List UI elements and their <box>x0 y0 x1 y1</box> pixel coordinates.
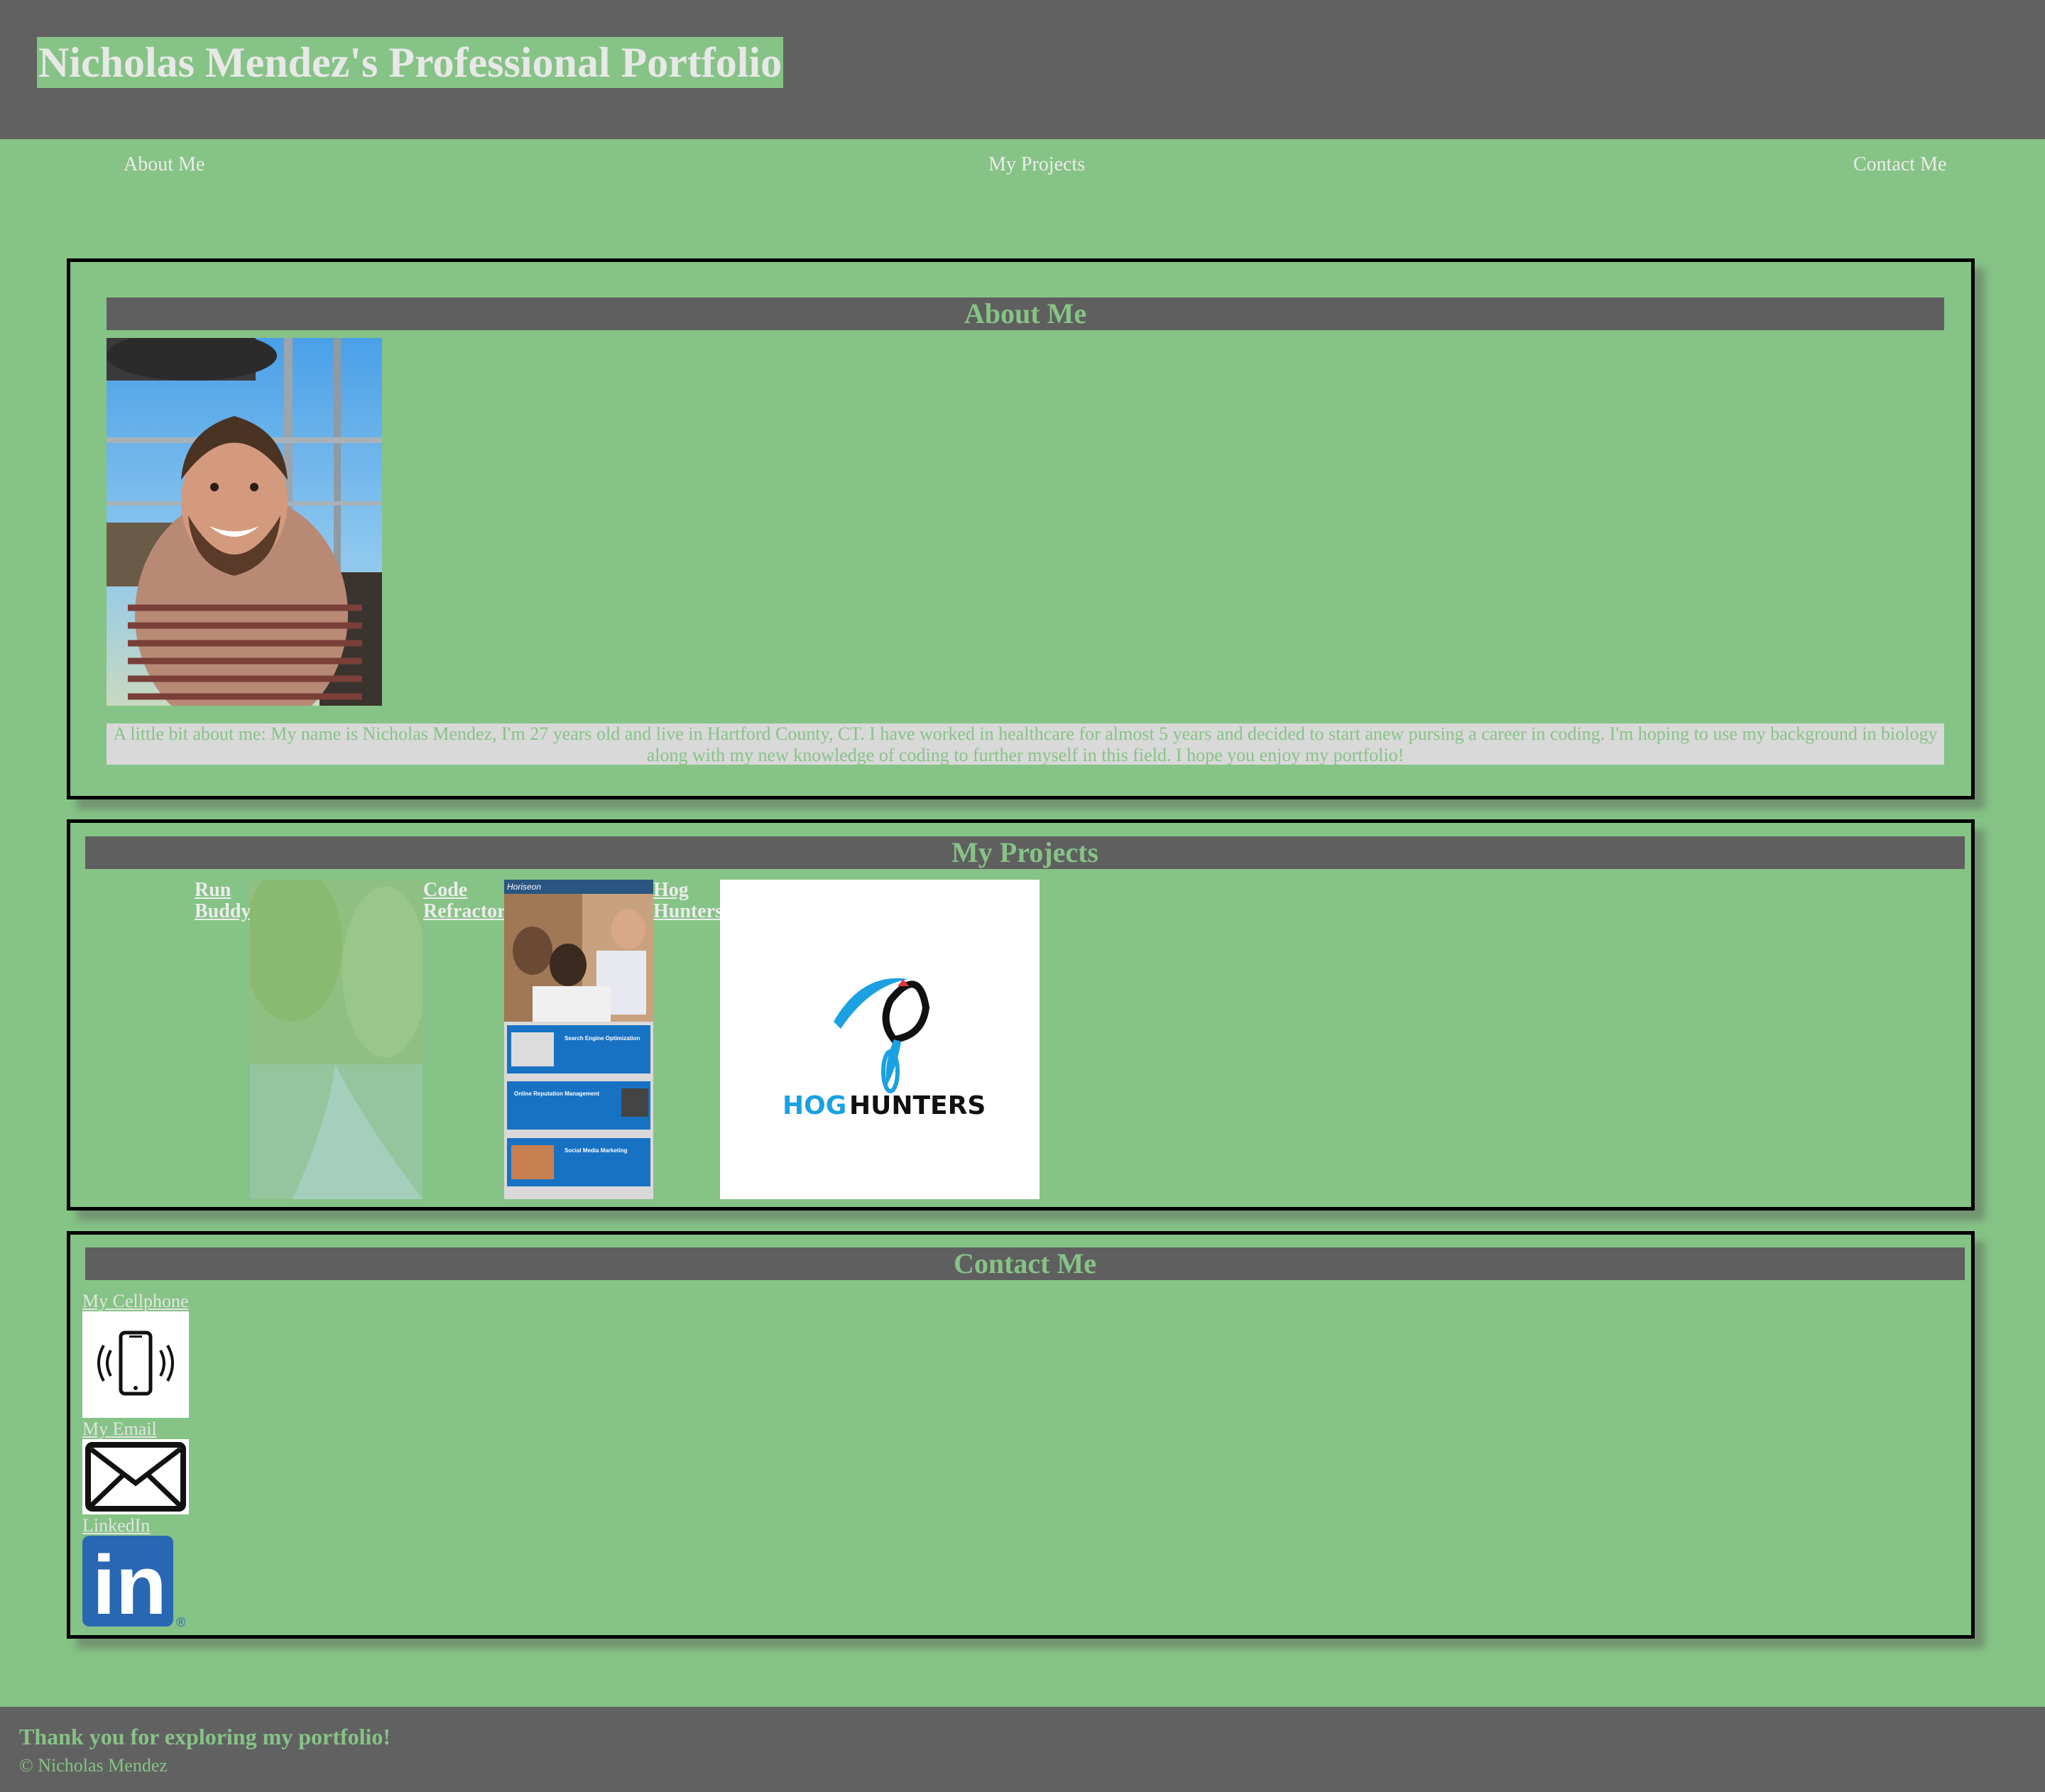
contact-link-email[interactable]: My Email <box>82 1419 157 1439</box>
project-link-hog-hunters[interactable]: Hog Hunters <box>653 880 723 922</box>
linkedin-in-text: in <box>92 1539 167 1628</box>
hog-hunters-thumbnail[interactable]: HOG HUNTERS <box>720 880 1040 1199</box>
thumb-smm-text: Social Media Marketing <box>565 1147 628 1154</box>
projects-section: My Projects Run Buddy Code Refractor Hor… <box>67 819 1975 1211</box>
hunters-word-text: HUNTERS <box>849 1091 986 1120</box>
cellphone-icon-graphic <box>97 1331 174 1396</box>
horiseon-brand-text: Horiseon <box>507 882 541 892</box>
footer-copyright: © Nicholas Mendez <box>19 1755 168 1776</box>
cellphone-icon[interactable] <box>82 1311 189 1418</box>
about-section: About Me A little bit about me: My name … <box>67 258 1975 799</box>
site-header: Nicholas Mendez's Professional Portfolio <box>0 0 2045 139</box>
linkedin-icon-graphic: in ® <box>82 1536 185 1628</box>
nav-link-about-me[interactable]: About Me <box>124 153 204 176</box>
linkedin-registered-mark: ® <box>176 1615 185 1628</box>
about-bio: A little bit about me: My name is Nichol… <box>107 723 1944 765</box>
about-heading: About Me <box>107 297 1944 330</box>
profile-photo <box>107 338 382 706</box>
contact-link-linkedin[interactable]: LinkedIn <box>82 1516 150 1536</box>
contact-link-cellphone[interactable]: My Cellphone <box>82 1291 189 1311</box>
thumb-orm-text: Online Reputation Management <box>514 1091 599 1097</box>
email-icon-graphic <box>85 1442 186 1512</box>
email-icon[interactable] <box>82 1439 189 1514</box>
site-title: Nicholas Mendez's Professional Portfolio <box>37 37 784 88</box>
nav-link-contact-me[interactable]: Contact Me <box>1853 153 1946 176</box>
hog-hunters-logo: HOG HUNTERS <box>782 978 986 1120</box>
main-nav: About Me My Projects Contact Me <box>0 139 2045 189</box>
code-refractor-image: Horiseon Search Engine Optimization Onli… <box>504 880 653 1186</box>
run-buddy-image <box>250 880 422 1199</box>
contact-heading: Contact Me <box>85 1247 1965 1280</box>
footer-message: Thank you for exploring my portfolio! <box>19 1724 391 1749</box>
nav-link-my-projects[interactable]: My Projects <box>988 153 1085 176</box>
thumb-seo-text: Search Engine Optimization <box>565 1035 640 1042</box>
project-link-code-refractor[interactable]: Code Refractor <box>423 880 507 922</box>
run-buddy-thumbnail[interactable] <box>250 880 422 1199</box>
code-refractor-thumbnail[interactable]: Horiseon Search Engine Optimization Onli… <box>504 880 653 1199</box>
project-link-run-buddy[interactable]: Run Buddy <box>195 880 251 922</box>
hog-word-text: HOG <box>782 1091 846 1120</box>
site-footer: Thank you for exploring my portfolio! © … <box>0 1707 2045 1792</box>
profile-photo-image <box>107 338 382 706</box>
projects-heading: My Projects <box>85 836 1965 869</box>
linkedin-icon[interactable]: in ® <box>82 1536 189 1628</box>
contact-section: Contact Me My Cellphone My Email LinkedI… <box>67 1231 1975 1639</box>
